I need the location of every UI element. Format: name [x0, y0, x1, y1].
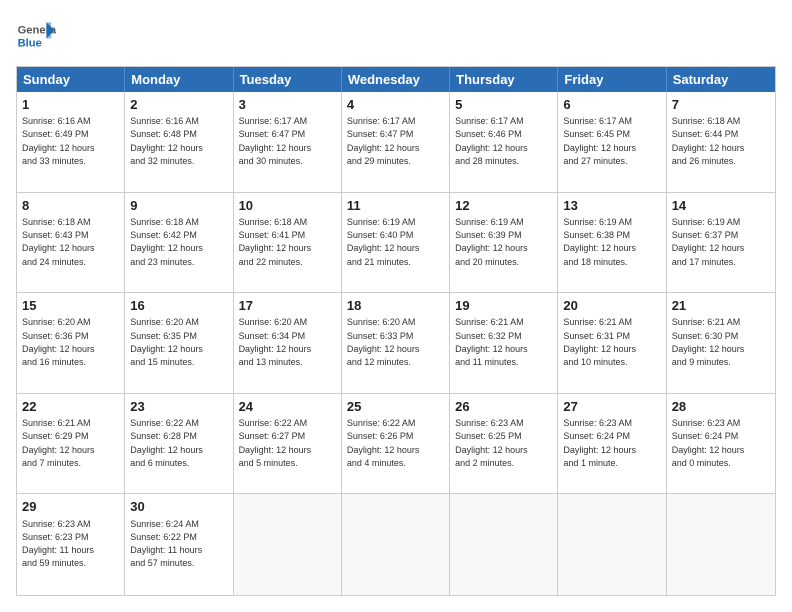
table-row: 12Sunrise: 6:19 AMSunset: 6:39 PMDayligh… [450, 193, 558, 293]
table-row: 26Sunrise: 6:23 AMSunset: 6:25 PMDayligh… [450, 394, 558, 494]
header-day-saturday: Saturday [667, 67, 775, 92]
table-row: 10Sunrise: 6:18 AMSunset: 6:41 PMDayligh… [234, 193, 342, 293]
table-row: 27Sunrise: 6:23 AMSunset: 6:24 PMDayligh… [558, 394, 666, 494]
week-1: 1Sunrise: 6:16 AMSunset: 6:49 PMDaylight… [17, 92, 775, 193]
table-row [450, 494, 558, 595]
header-day-sunday: Sunday [17, 67, 125, 92]
svg-text:Blue: Blue [18, 37, 42, 49]
table-row: 19Sunrise: 6:21 AMSunset: 6:32 PMDayligh… [450, 293, 558, 393]
logo: General Blue [16, 16, 60, 56]
table-row: 30Sunrise: 6:24 AMSunset: 6:22 PMDayligh… [125, 494, 233, 595]
calendar: SundayMondayTuesdayWednesdayThursdayFrid… [16, 66, 776, 596]
table-row: 4Sunrise: 6:17 AMSunset: 6:47 PMDaylight… [342, 92, 450, 192]
header-day-tuesday: Tuesday [234, 67, 342, 92]
week-5: 29Sunrise: 6:23 AMSunset: 6:23 PMDayligh… [17, 494, 775, 595]
table-row: 24Sunrise: 6:22 AMSunset: 6:27 PMDayligh… [234, 394, 342, 494]
table-row: 7Sunrise: 6:18 AMSunset: 6:44 PMDaylight… [667, 92, 775, 192]
table-row: 25Sunrise: 6:22 AMSunset: 6:26 PMDayligh… [342, 394, 450, 494]
table-row: 20Sunrise: 6:21 AMSunset: 6:31 PMDayligh… [558, 293, 666, 393]
table-row: 29Sunrise: 6:23 AMSunset: 6:23 PMDayligh… [17, 494, 125, 595]
table-row: 15Sunrise: 6:20 AMSunset: 6:36 PMDayligh… [17, 293, 125, 393]
table-row: 3Sunrise: 6:17 AMSunset: 6:47 PMDaylight… [234, 92, 342, 192]
table-row: 18Sunrise: 6:20 AMSunset: 6:33 PMDayligh… [342, 293, 450, 393]
table-row: 2Sunrise: 6:16 AMSunset: 6:48 PMDaylight… [125, 92, 233, 192]
table-row [558, 494, 666, 595]
logo-icon: General Blue [16, 16, 56, 56]
week-2: 8Sunrise: 6:18 AMSunset: 6:43 PMDaylight… [17, 193, 775, 294]
table-row: 13Sunrise: 6:19 AMSunset: 6:38 PMDayligh… [558, 193, 666, 293]
table-row [234, 494, 342, 595]
table-row [342, 494, 450, 595]
table-row: 1Sunrise: 6:16 AMSunset: 6:49 PMDaylight… [17, 92, 125, 192]
table-row: 21Sunrise: 6:21 AMSunset: 6:30 PMDayligh… [667, 293, 775, 393]
table-row: 9Sunrise: 6:18 AMSunset: 6:42 PMDaylight… [125, 193, 233, 293]
table-row [667, 494, 775, 595]
week-3: 15Sunrise: 6:20 AMSunset: 6:36 PMDayligh… [17, 293, 775, 394]
header-day-friday: Friday [558, 67, 666, 92]
calendar-header: SundayMondayTuesdayWednesdayThursdayFrid… [17, 67, 775, 92]
header-day-monday: Monday [125, 67, 233, 92]
table-row: 17Sunrise: 6:20 AMSunset: 6:34 PMDayligh… [234, 293, 342, 393]
header: General Blue [16, 16, 776, 56]
table-row: 28Sunrise: 6:23 AMSunset: 6:24 PMDayligh… [667, 394, 775, 494]
table-row: 16Sunrise: 6:20 AMSunset: 6:35 PMDayligh… [125, 293, 233, 393]
calendar-body: 1Sunrise: 6:16 AMSunset: 6:49 PMDaylight… [17, 92, 775, 595]
header-day-thursday: Thursday [450, 67, 558, 92]
table-row: 22Sunrise: 6:21 AMSunset: 6:29 PMDayligh… [17, 394, 125, 494]
page: General Blue SundayMondayTuesdayWednesda… [0, 0, 792, 612]
table-row: 8Sunrise: 6:18 AMSunset: 6:43 PMDaylight… [17, 193, 125, 293]
header-day-wednesday: Wednesday [342, 67, 450, 92]
table-row: 11Sunrise: 6:19 AMSunset: 6:40 PMDayligh… [342, 193, 450, 293]
table-row: 23Sunrise: 6:22 AMSunset: 6:28 PMDayligh… [125, 394, 233, 494]
week-4: 22Sunrise: 6:21 AMSunset: 6:29 PMDayligh… [17, 394, 775, 495]
table-row: 5Sunrise: 6:17 AMSunset: 6:46 PMDaylight… [450, 92, 558, 192]
table-row: 14Sunrise: 6:19 AMSunset: 6:37 PMDayligh… [667, 193, 775, 293]
table-row: 6Sunrise: 6:17 AMSunset: 6:45 PMDaylight… [558, 92, 666, 192]
